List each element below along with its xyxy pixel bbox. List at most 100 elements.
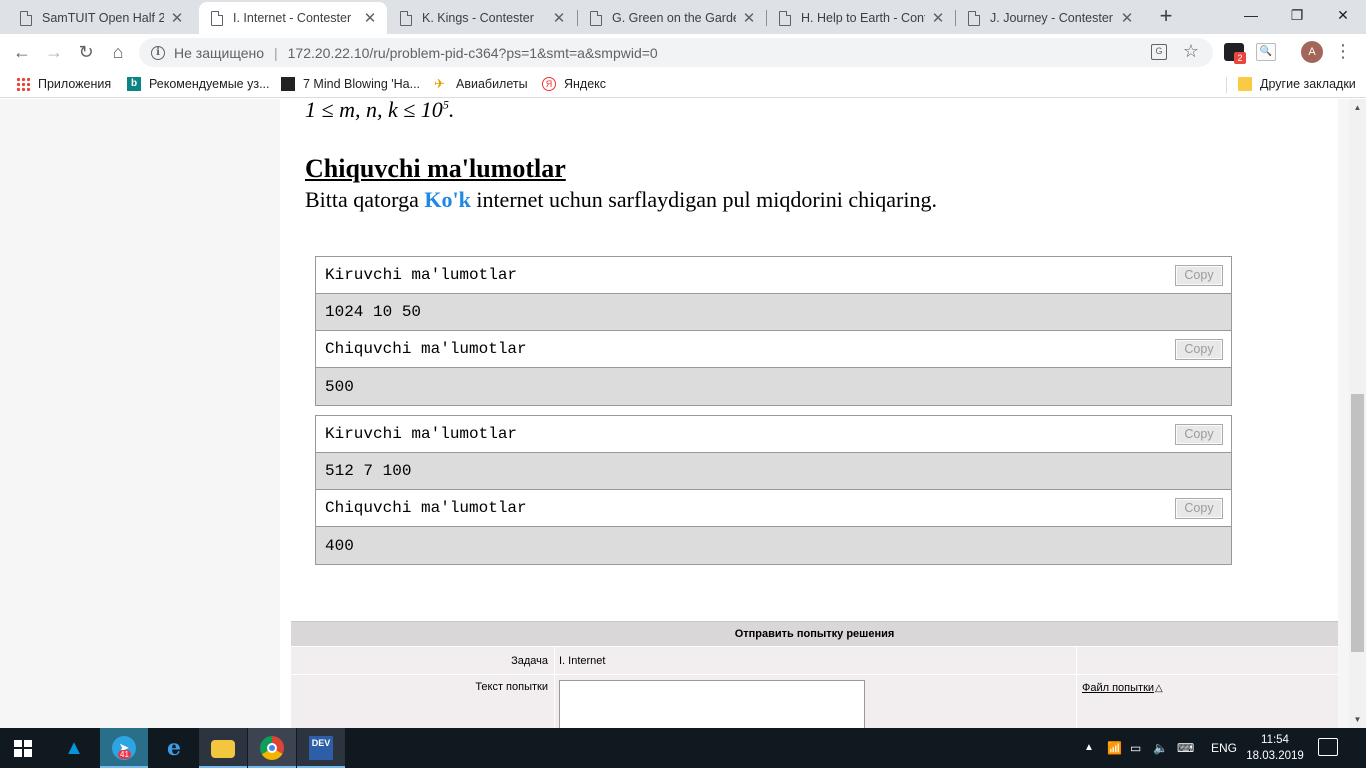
language-indicator[interactable]: ENG [1211,728,1237,768]
close-tab-icon[interactable]: ✕ [742,9,756,27]
bing-icon: b [127,77,141,91]
sample-input-row: 512 7 100 [316,453,1231,490]
close-tab-icon[interactable]: ✕ [363,9,377,27]
volume-icon[interactable]: 🔈 [1153,728,1168,768]
bookmarks-bar: Приложения b Рекомендуемые уз... 7 Mind … [0,71,1366,98]
copy-button[interactable]: Copy [1175,339,1223,360]
vertical-scrollbar[interactable]: ▲ ▼ [1349,99,1366,728]
bookmark-star-icon[interactable]: ☆ [1183,41,1199,62]
submit-form-title: Отправить попытку решения [291,621,1338,646]
close-tab-icon[interactable]: ✕ [1120,9,1134,27]
security-label: Не защищено [174,44,264,61]
bookmark-favicon [281,77,295,91]
sample-test-2: Kiruvchi ma'lumotlar Copy 512 7 100 Chiq… [315,415,1232,565]
bookmark-yandex[interactable]: Я Яндекс [542,77,606,91]
start-button[interactable] [0,728,48,768]
page-icon [20,10,32,26]
more-menu-icon[interactable]: ⋮ [1334,40,1352,64]
taskbar-telegram[interactable]: ➤ [100,728,148,768]
close-tab-icon[interactable]: ✕ [170,9,184,27]
show-hidden-icons[interactable]: ▲ [1084,728,1094,768]
bookmark-recommended[interactable]: b Рекомендуемые уз... [127,77,270,91]
close-tab-icon[interactable]: ✕ [931,9,945,27]
sample-input-label: Kiruvchi ma'lumotlar [325,425,518,443]
yandex-icon: Я [542,77,556,91]
tab-title: K. Kings - Contester [422,11,534,25]
taskbar-autodesk[interactable]: ▲ [50,728,98,768]
back-arrow-icon[interactable]: ← [8,40,36,64]
search-extension-icon[interactable]: 🔍 [1256,43,1276,61]
tab-title: I. Internet - Contester [233,11,352,25]
page-icon [400,10,412,26]
form-column-divider [1076,646,1077,728]
profile-avatar[interactable]: A [1301,41,1323,63]
network-icon[interactable]: 📶 [1107,728,1122,768]
tab-journey[interactable]: J. Journey - Contester ✕ [956,2,1144,34]
output-heading: Chiquvchi ma'lumotlar [305,154,566,183]
tab-strip: SamTUIT Open Half 20 ✕ I. Internet - Con… [0,0,1366,34]
sample-output-row: 500 [316,368,1231,405]
windows-taskbar: ▲ ➤ e DEV ▲ 📶 ▭ 🔈 ⌨ ENG 11:54 18.03.2019 [0,728,1366,768]
extension-icon[interactable]: 2 [1224,43,1246,64]
bookmark-aviabilety[interactable]: ✈ Авиабилеты [434,77,528,92]
tab-kings[interactable]: K. Kings - Contester ✕ [388,2,576,34]
taskbar-edge[interactable]: e [150,728,198,768]
tab-samtuit[interactable]: SamTUIT Open Half 20 ✕ [8,2,194,34]
constraint-period: . [448,99,455,122]
info-icon[interactable]: i [151,45,165,60]
chrome-icon [260,736,284,760]
attempt-text-label: Текст попытки [475,681,548,693]
scroll-thumb[interactable] [1351,394,1364,652]
bookmark-mind-blowing[interactable]: 7 Mind Blowing 'Ha... [281,77,420,91]
minimize-button[interactable]: — [1228,0,1274,30]
taskbar-clock[interactable]: 11:54 18.03.2019 [1246,732,1304,764]
attempt-textarea[interactable] [559,680,865,728]
scroll-up-icon[interactable]: ▲ [1349,99,1366,116]
sample-input-value: 1024 10 50 [325,303,422,321]
forward-arrow-icon[interactable]: → [40,40,68,64]
keyboard-icon[interactable]: ⌨ [1177,728,1194,768]
attempt-file-link[interactable]: Файл попытки△ [1082,682,1163,694]
maximize-button[interactable]: ❐ [1274,0,1320,30]
bookmark-apps[interactable]: Приложения [16,77,111,91]
copy-button[interactable]: Copy [1175,265,1223,286]
folder-icon [1238,77,1252,91]
taskbar-file-explorer[interactable] [199,728,247,768]
copy-button[interactable]: Copy [1175,498,1223,519]
edge-icon: e [167,735,181,761]
scroll-down-icon[interactable]: ▼ [1349,711,1366,728]
home-icon[interactable]: ⌂ [104,40,132,64]
tab-help-to-earth[interactable]: H. Help to Earth - Conte ✕ [767,2,955,34]
address-bar[interactable]: i Не защищено | 172.20.22.10/ru/problem-… [139,38,1213,67]
url-text[interactable]: 172.20.22.10/ru/problem-pid-c364?ps=1&sm… [288,45,658,61]
output-desc-after: internet uchun sarflaydigan pul miqdorin… [470,187,937,212]
taskbar-chrome[interactable] [248,728,296,768]
tab-green[interactable]: G. Green on the Garden ✕ [578,2,766,34]
sample-output-label: Chiquvchi ma'lumotlar [325,340,527,358]
sample-output-value: 500 [325,377,354,396]
sample-input-value: 512 7 100 [325,462,412,480]
submit-solution-form: Отправить попытку решения Задача I. Inte… [291,621,1338,728]
copy-button[interactable]: Copy [1175,424,1223,445]
battery-icon[interactable]: ▭ [1130,728,1141,768]
output-desc-before: Bitta qatorga [305,187,425,212]
close-window-button[interactable]: ✕ [1320,0,1366,30]
translate-icon[interactable]: G [1151,44,1167,60]
expand-triangle-icon: △ [1155,683,1163,694]
new-tab-button[interactable]: + [1153,5,1179,29]
action-center-icon[interactable] [1318,738,1338,756]
taskbar-devc[interactable]: DEV [297,728,345,768]
tab-internet[interactable]: I. Internet - Contester ✕ [199,2,387,34]
bookmark-label: Авиабилеты [456,77,528,91]
address-separator: | [274,44,278,61]
page-viewport: 1 ≤ m, n, k ≤ 105. Chiquvchi ma'lumotlar… [0,99,1349,728]
task-value: I. Internet [559,655,606,667]
other-bookmarks[interactable]: Другие закладки [1238,77,1356,91]
tab-title: SamTUIT Open Half 20 [42,11,164,25]
reload-icon[interactable]: ↻ [72,40,100,64]
clock-time: 11:54 [1261,734,1289,746]
constraint-formula: 1 ≤ m, n, k ≤ 105. [305,99,454,123]
close-tab-icon[interactable]: ✕ [552,9,566,27]
browser-toolbar: ← → ↻ ⌂ i Не защищено | 172.20.22.10/ru/… [0,34,1366,71]
bookmark-label: Яндекс [564,77,607,91]
